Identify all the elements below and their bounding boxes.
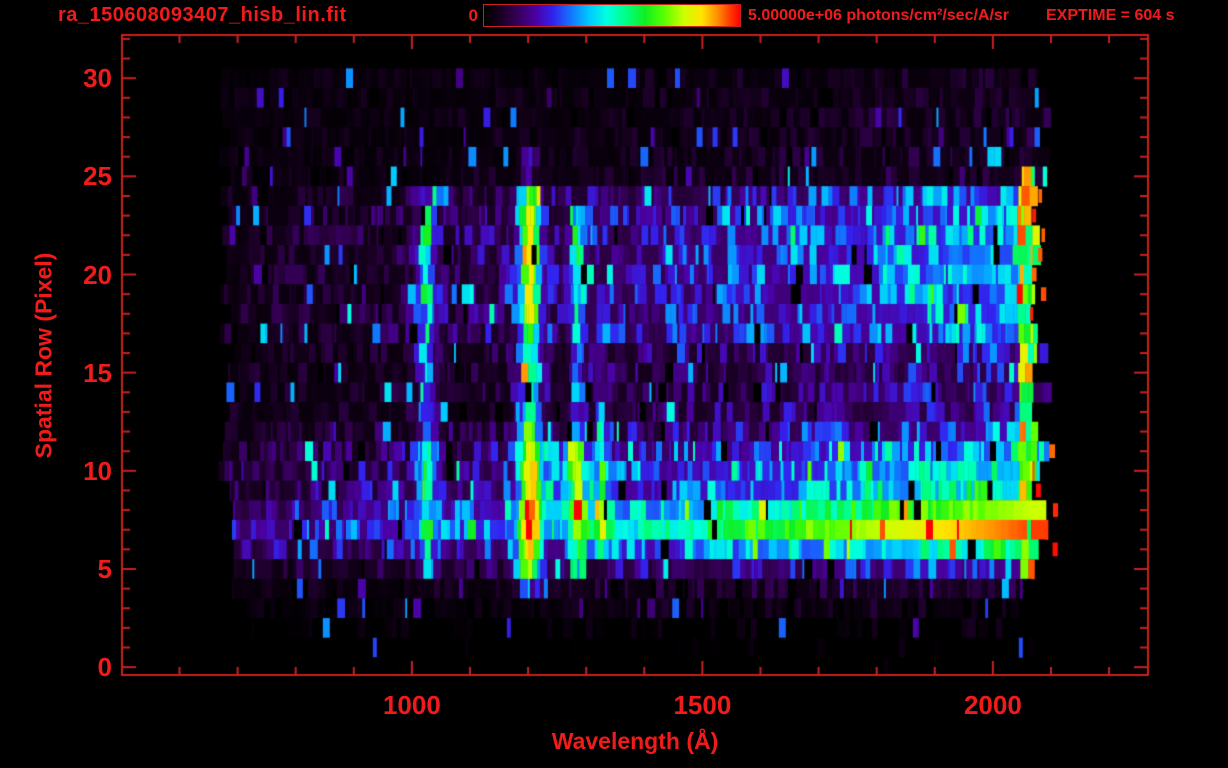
x-axis-title: Wavelength (Å) [551,728,719,754]
spectrogram-viewer-window: ra_150608093407_hisb_lin.fit 0 5.00000e+… [0,0,1228,768]
colorbar-max-label: 5.00000e+06 photons/cm²/sec/A/sr [748,7,1009,25]
x-tick-label: 2000 [963,690,1022,720]
colorbar-units: photons/cm²/sec/A/sr [846,7,1010,24]
exptime-label: EXPTIME = 604 s [1046,7,1175,24]
file-title: ra_150608093407_hisb_lin.fit [58,4,347,26]
colorbar-gradient [484,5,740,26]
x-tick-label: 1000 [382,690,441,720]
colorbar-min-label: 0 [468,6,478,25]
x-tick-label: 1500 [673,690,732,720]
y-axis-title-wrap: Spatial Row (Pixel) [24,35,64,675]
colorbar [483,4,741,27]
spectrogram-heatmap-canvas [0,0,1228,768]
colorbar-max-value: 5.00000e+06 [748,7,842,24]
y-axis-title: Spatial Row (Pixel) [30,252,57,458]
